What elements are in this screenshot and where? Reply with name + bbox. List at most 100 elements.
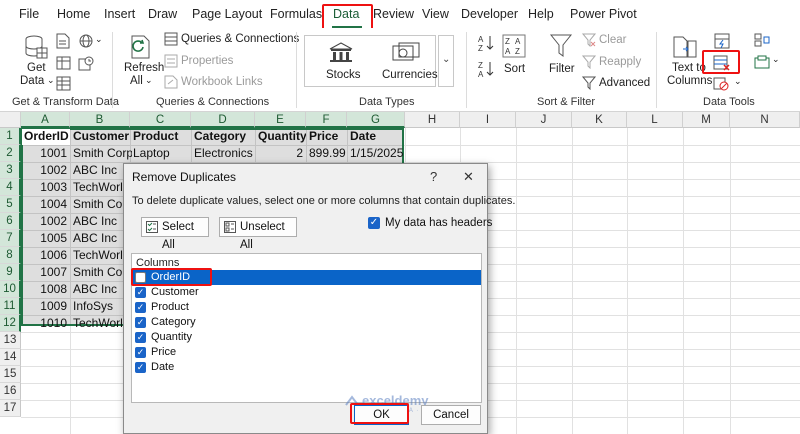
header-cell[interactable]: Price	[306, 128, 347, 145]
column-header-g[interactable]: G	[347, 112, 405, 128]
column-checkbox[interactable]: ✓	[135, 332, 146, 343]
row-header-17[interactable]: 17	[0, 400, 21, 417]
help-button[interactable]: ?	[430, 169, 437, 184]
column-header-c[interactable]: C	[130, 112, 191, 128]
table-cell[interactable]: Smith Corp	[70, 145, 132, 162]
table-cell[interactable]: 1/15/2025	[347, 145, 405, 162]
stocks-icon[interactable]	[328, 41, 354, 66]
my-data-has-headers-label[interactable]: My data has headers	[385, 217, 492, 229]
row-header-5[interactable]: 5	[0, 196, 21, 213]
refresh-label-1[interactable]: Refresh	[124, 62, 164, 74]
table-cell[interactable]: Electronics	[191, 145, 255, 162]
column-header-a[interactable]: A	[21, 112, 70, 128]
text-to-columns-label-1[interactable]: Text to	[672, 62, 706, 74]
menu-help[interactable]: Help	[528, 7, 554, 21]
recent-sources-icon[interactable]	[78, 56, 94, 74]
column-list-item[interactable]: ✓ Quantity	[132, 330, 481, 345]
advanced-label[interactable]: Advanced	[599, 77, 650, 89]
column-header-k[interactable]: K	[572, 112, 627, 128]
queries-connections-icon[interactable]	[164, 32, 178, 49]
table-cell[interactable]: 899.99	[306, 145, 347, 162]
row-header-8[interactable]: 8	[0, 247, 21, 264]
close-button[interactable]: ✕	[463, 169, 474, 185]
advanced-filter-icon[interactable]	[581, 76, 597, 93]
select-all-corner[interactable]	[0, 112, 21, 128]
row-header-10[interactable]: 10	[0, 281, 21, 298]
menu-view[interactable]: View	[422, 7, 449, 21]
row-header-12[interactable]: 12	[0, 315, 21, 332]
menu-developer[interactable]: Developer	[461, 7, 518, 21]
table-cell[interactable]: 1006	[21, 247, 70, 264]
filter-label[interactable]: Filter	[549, 63, 575, 75]
table-cell[interactable]: 1007	[21, 264, 70, 281]
data-types-more-button[interactable]: ⌄	[438, 35, 454, 87]
column-checkbox[interactable]: ✓	[135, 347, 146, 358]
menu-home[interactable]: Home	[57, 7, 90, 21]
column-header-d[interactable]: D	[191, 112, 255, 128]
table-cell[interactable]: Laptop	[130, 145, 191, 162]
header-cell[interactable]: Customer	[70, 128, 130, 145]
row-header-11[interactable]: 11	[0, 298, 21, 315]
column-list-item[interactable]: ✓ Customer	[132, 285, 481, 300]
select-all-button[interactable]: Select All	[141, 217, 209, 251]
currencies-icon[interactable]	[392, 41, 420, 66]
my-data-has-headers-checkbox[interactable]: ✓	[368, 217, 380, 229]
column-header-e[interactable]: E	[255, 112, 306, 128]
table-cell[interactable]: 1001	[21, 145, 70, 162]
get-data-icon[interactable]	[24, 34, 48, 63]
table-cell[interactable]: 1003	[21, 179, 70, 196]
column-header-l[interactable]: L	[627, 112, 683, 128]
row-header-14[interactable]: 14	[0, 349, 21, 366]
data-validation-icon[interactable]	[713, 77, 729, 94]
column-header-m[interactable]: M	[683, 112, 730, 128]
menu-page-layout[interactable]: Page Layout	[192, 7, 262, 21]
refresh-all-icon[interactable]	[130, 34, 154, 63]
row-header-16[interactable]: 16	[0, 383, 21, 400]
column-header-b[interactable]: B	[70, 112, 130, 128]
table-cell[interactable]: 2	[255, 145, 306, 162]
table-cell[interactable]: 1009	[21, 298, 70, 315]
menu-power-pivot[interactable]: Power Pivot	[570, 7, 637, 21]
header-cell[interactable]: OrderID	[21, 128, 70, 145]
currencies-label[interactable]: Currencies	[382, 69, 438, 81]
table-cell[interactable]: 1004	[21, 196, 70, 213]
existing-connections-icon[interactable]	[56, 76, 71, 94]
header-cell[interactable]: Date	[347, 128, 405, 145]
text-to-columns-label-2[interactable]: Columns	[667, 75, 712, 87]
table-cell[interactable]: 1002	[21, 213, 70, 230]
column-list-item[interactable]: ✓ Date	[132, 360, 481, 375]
menu-formulas[interactable]: Formulas	[270, 7, 322, 21]
cancel-button[interactable]: Cancel	[421, 405, 481, 425]
row-header-2[interactable]: 2	[0, 145, 21, 162]
column-header-n[interactable]: N	[730, 112, 800, 128]
column-checkbox[interactable]: ✓	[135, 317, 146, 328]
text-to-columns-icon[interactable]	[672, 35, 698, 62]
column-header-f[interactable]: F	[306, 112, 347, 128]
sort-z-a-icon[interactable]: ZA	[478, 60, 494, 81]
column-header-i[interactable]: I	[460, 112, 516, 128]
sort-a-z-icon[interactable]: AZ	[478, 34, 494, 55]
refresh-label-2[interactable]: All	[130, 75, 143, 87]
row-header-4[interactable]: 4	[0, 179, 21, 196]
row-header-9[interactable]: 9	[0, 264, 21, 281]
filter-icon[interactable]	[549, 33, 573, 62]
row-header-3[interactable]: 3	[0, 162, 21, 179]
from-web-icon[interactable]	[78, 33, 94, 52]
column-header-j[interactable]: J	[516, 112, 572, 128]
row-header-15[interactable]: 15	[0, 366, 21, 383]
queries-connections-label[interactable]: Queries & Connections	[181, 33, 299, 45]
row-header-7[interactable]: 7	[0, 230, 21, 247]
get-data-label-1[interactable]: Get	[27, 62, 46, 74]
from-text-icon[interactable]	[56, 33, 70, 52]
column-list-item[interactable]: ✓ Category	[132, 315, 481, 330]
column-checkbox[interactable]: ✓	[135, 362, 146, 373]
header-cell[interactable]: Quantity	[255, 128, 306, 145]
column-list-item[interactable]: ✓ Price	[132, 345, 481, 360]
header-cell[interactable]: Product	[130, 128, 191, 145]
table-cell[interactable]: 1010	[21, 315, 70, 332]
table-cell[interactable]: 1005	[21, 230, 70, 247]
sort-icon[interactable]: ZAAZ	[502, 34, 526, 61]
relationships-icon[interactable]	[754, 55, 770, 72]
header-cell[interactable]: Category	[191, 128, 255, 145]
sort-label[interactable]: Sort	[504, 63, 525, 75]
